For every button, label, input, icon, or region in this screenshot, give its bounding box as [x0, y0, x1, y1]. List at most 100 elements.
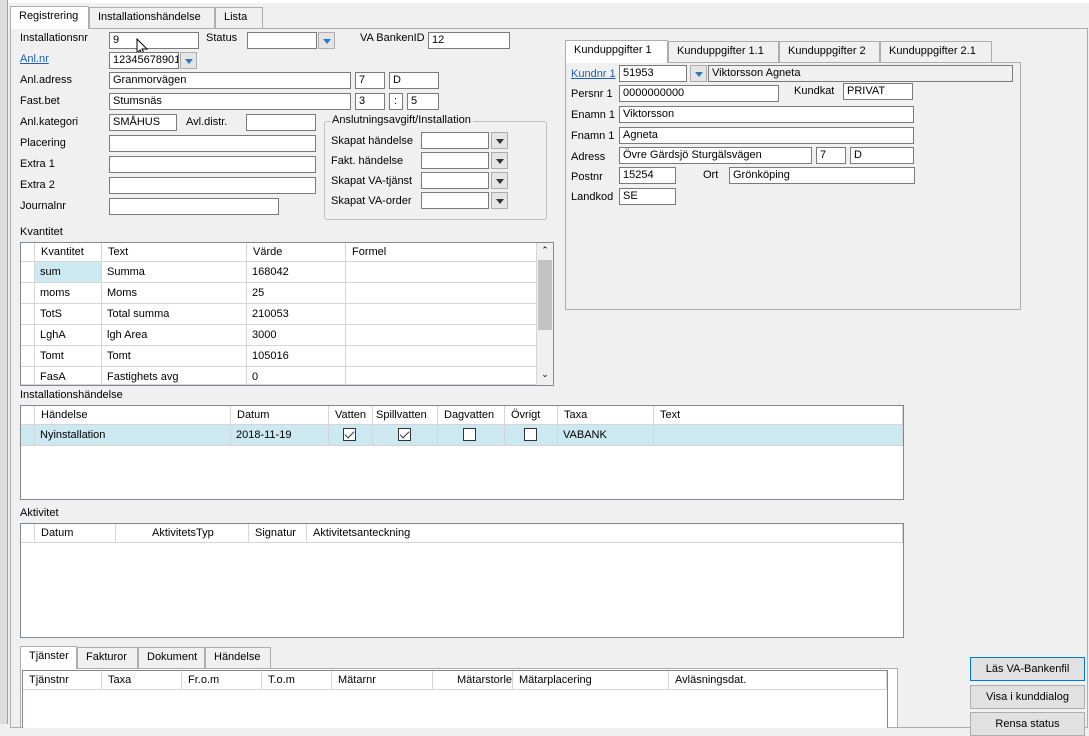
skapat-handelse-dropdown-button[interactable]	[491, 132, 508, 149]
kundnr-input[interactable]: 51953	[619, 65, 687, 82]
cell-formel[interactable]	[346, 283, 537, 304]
adress-number-input[interactable]: 7	[816, 147, 846, 164]
fastbet-unit-input[interactable]: 5	[407, 93, 439, 110]
row-header[interactable]	[21, 346, 35, 367]
col-ovrigt[interactable]: Övrigt	[505, 406, 558, 425]
cell-varde[interactable]: 25	[247, 283, 346, 304]
avldistr-input[interactable]	[246, 114, 316, 131]
fnamn-input[interactable]: Agneta	[619, 127, 914, 144]
tab-tjanster[interactable]: Tjänster	[20, 646, 77, 669]
col-datum[interactable]: Datum	[231, 406, 329, 425]
cell-formel[interactable]	[346, 346, 537, 367]
las-va-bankenfil-button[interactable]: Läs VA-Bankenfil	[970, 657, 1085, 681]
cell-varde[interactable]: 168042	[247, 262, 346, 283]
col-avlasningsdat[interactable]: Avläsningsdat.	[669, 671, 887, 690]
row-header[interactable]	[21, 425, 35, 446]
cell-kvantitet[interactable]: FasA	[35, 367, 102, 385]
tab-installationshandelse[interactable]: Installationshändelse	[89, 7, 215, 28]
adress-letter-input[interactable]: D	[850, 147, 914, 164]
skapat-va-tjanst-dropdown-button[interactable]	[491, 172, 508, 189]
col-handelse[interactable]: Händelse	[35, 406, 231, 425]
cell-text[interactable]: Moms	[102, 283, 247, 304]
tab-fakturor[interactable]: Fakturor	[77, 647, 138, 668]
col-matarplacering[interactable]: Mätarplacering	[513, 671, 669, 690]
cell-varde[interactable]: 105016	[247, 346, 346, 367]
cell-text[interactable]: Fastighets avg	[102, 367, 247, 385]
anladress-letter-input[interactable]: D	[389, 72, 439, 89]
cell-formel[interactable]	[346, 262, 537, 283]
col-matarnr[interactable]: Mätarnr	[332, 671, 433, 690]
col-text[interactable]: Text	[654, 406, 903, 425]
skapat-va-order-dropdown-button[interactable]	[491, 192, 508, 209]
tab-lista[interactable]: Lista	[215, 7, 263, 28]
tab-registrering[interactable]: Registrering	[10, 6, 89, 29]
vatten-checkbox[interactable]	[343, 428, 356, 441]
fakt-handelse-dropdown-button[interactable]	[491, 152, 508, 169]
col-kvantitet[interactable]: Kvantitet	[35, 243, 102, 262]
col-aktivitetstyp[interactable]: AktivitetsTyp	[116, 524, 249, 543]
kvantitet-vertical-scrollbar[interactable]: ⌃ ⌄	[537, 243, 553, 385]
tab-kunduppgifter-2[interactable]: Kunduppgifter 2	[779, 41, 880, 62]
spillvatten-checkbox[interactable]	[398, 428, 411, 441]
cell-formel[interactable]	[346, 367, 537, 385]
cell-kvantitet[interactable]: Tomt	[35, 346, 102, 367]
anladress-number-input[interactable]: 7	[355, 72, 385, 89]
col-spillvatten[interactable]: Spillvatten	[373, 406, 438, 425]
kundnr-dropdown-button[interactable]	[690, 65, 707, 82]
fastbet-block-input[interactable]: 3	[355, 93, 385, 110]
va-bankenid-input[interactable]: 12	[428, 32, 510, 49]
col-tom[interactable]: T.o.m	[262, 671, 332, 690]
cell-varde[interactable]: 3000	[247, 325, 346, 346]
row-header[interactable]	[21, 325, 35, 346]
cell-varde[interactable]: 0	[247, 367, 346, 385]
row-header[interactable]	[21, 283, 35, 304]
extra2-input[interactable]	[109, 177, 316, 194]
anlnr-link[interactable]: Anl.nr	[20, 53, 49, 65]
anladress-street-input[interactable]: Granmorvägen	[109, 72, 351, 89]
status-dropdown-button[interactable]	[318, 32, 335, 49]
col-dagvatten[interactable]: Dagvatten	[438, 406, 505, 425]
journalnr-input[interactable]	[109, 198, 279, 215]
col-tjanstnr[interactable]: Tjänstnr	[23, 671, 102, 690]
col-aktivitetsanteckning[interactable]: Aktivitetsanteckning	[307, 524, 903, 543]
cell-formel[interactable]	[346, 304, 537, 325]
cell-text[interactable]: Tomt	[102, 346, 247, 367]
tab-kunduppgifter-1-1[interactable]: Kunduppgifter 1.1	[668, 41, 779, 62]
col-varde[interactable]: Värde	[247, 243, 346, 262]
placering-input[interactable]	[109, 135, 316, 152]
scroll-down-icon[interactable]: ⌄	[537, 369, 553, 385]
scroll-up-icon[interactable]: ⌃	[537, 243, 553, 259]
cell-varde[interactable]: 210053	[247, 304, 346, 325]
persnr-input[interactable]: 0000000000	[619, 85, 779, 102]
skapat-handelse-select[interactable]	[421, 132, 489, 149]
row-header[interactable]	[21, 367, 35, 385]
status-select[interactable]	[247, 32, 317, 49]
ort-input[interactable]: Grönköping	[729, 167, 915, 184]
col-matarstorlek[interactable]: Mätarstorlek	[433, 671, 513, 690]
landkod-input[interactable]: SE	[619, 188, 676, 205]
cell-kvantitet[interactable]: TotS	[35, 304, 102, 325]
skapat-va-order-select[interactable]	[421, 192, 489, 209]
cell-handelse[interactable]: Nyinstallation	[35, 425, 231, 446]
cell-kvantitet[interactable]: LghA	[35, 325, 102, 346]
adress-street-input[interactable]: Övre Gärdsjö Sturgälsvägen	[619, 147, 812, 164]
anlkategori-input[interactable]: SMÅHUS	[109, 114, 177, 131]
cell-kvantitet[interactable]: sum	[35, 262, 102, 283]
cell-text[interactable]: Total summa	[102, 304, 247, 325]
kundkat-input[interactable]: PRIVAT	[843, 83, 913, 100]
col-taxa[interactable]: Taxa	[558, 406, 654, 425]
extra1-input[interactable]	[109, 156, 316, 173]
col-from[interactable]: Fr.o.m	[182, 671, 262, 690]
tab-kunduppgifter-2-1[interactable]: Kunduppgifter 2.1	[880, 41, 992, 62]
cell-text[interactable]	[654, 425, 903, 446]
col-datum[interactable]: Datum	[35, 524, 116, 543]
visa-i-kunddialog-button[interactable]: Visa i kunddialog	[970, 685, 1085, 709]
row-header[interactable]	[21, 262, 35, 283]
cell-kvantitet[interactable]: moms	[35, 283, 102, 304]
tab-handelse[interactable]: Händelse	[205, 647, 271, 668]
postnr-input[interactable]: 15254	[619, 167, 676, 184]
col-text[interactable]: Text	[102, 243, 247, 262]
row-header[interactable]	[21, 304, 35, 325]
skapat-va-tjanst-select[interactable]	[421, 172, 489, 189]
tab-dokument[interactable]: Dokument	[138, 647, 205, 668]
